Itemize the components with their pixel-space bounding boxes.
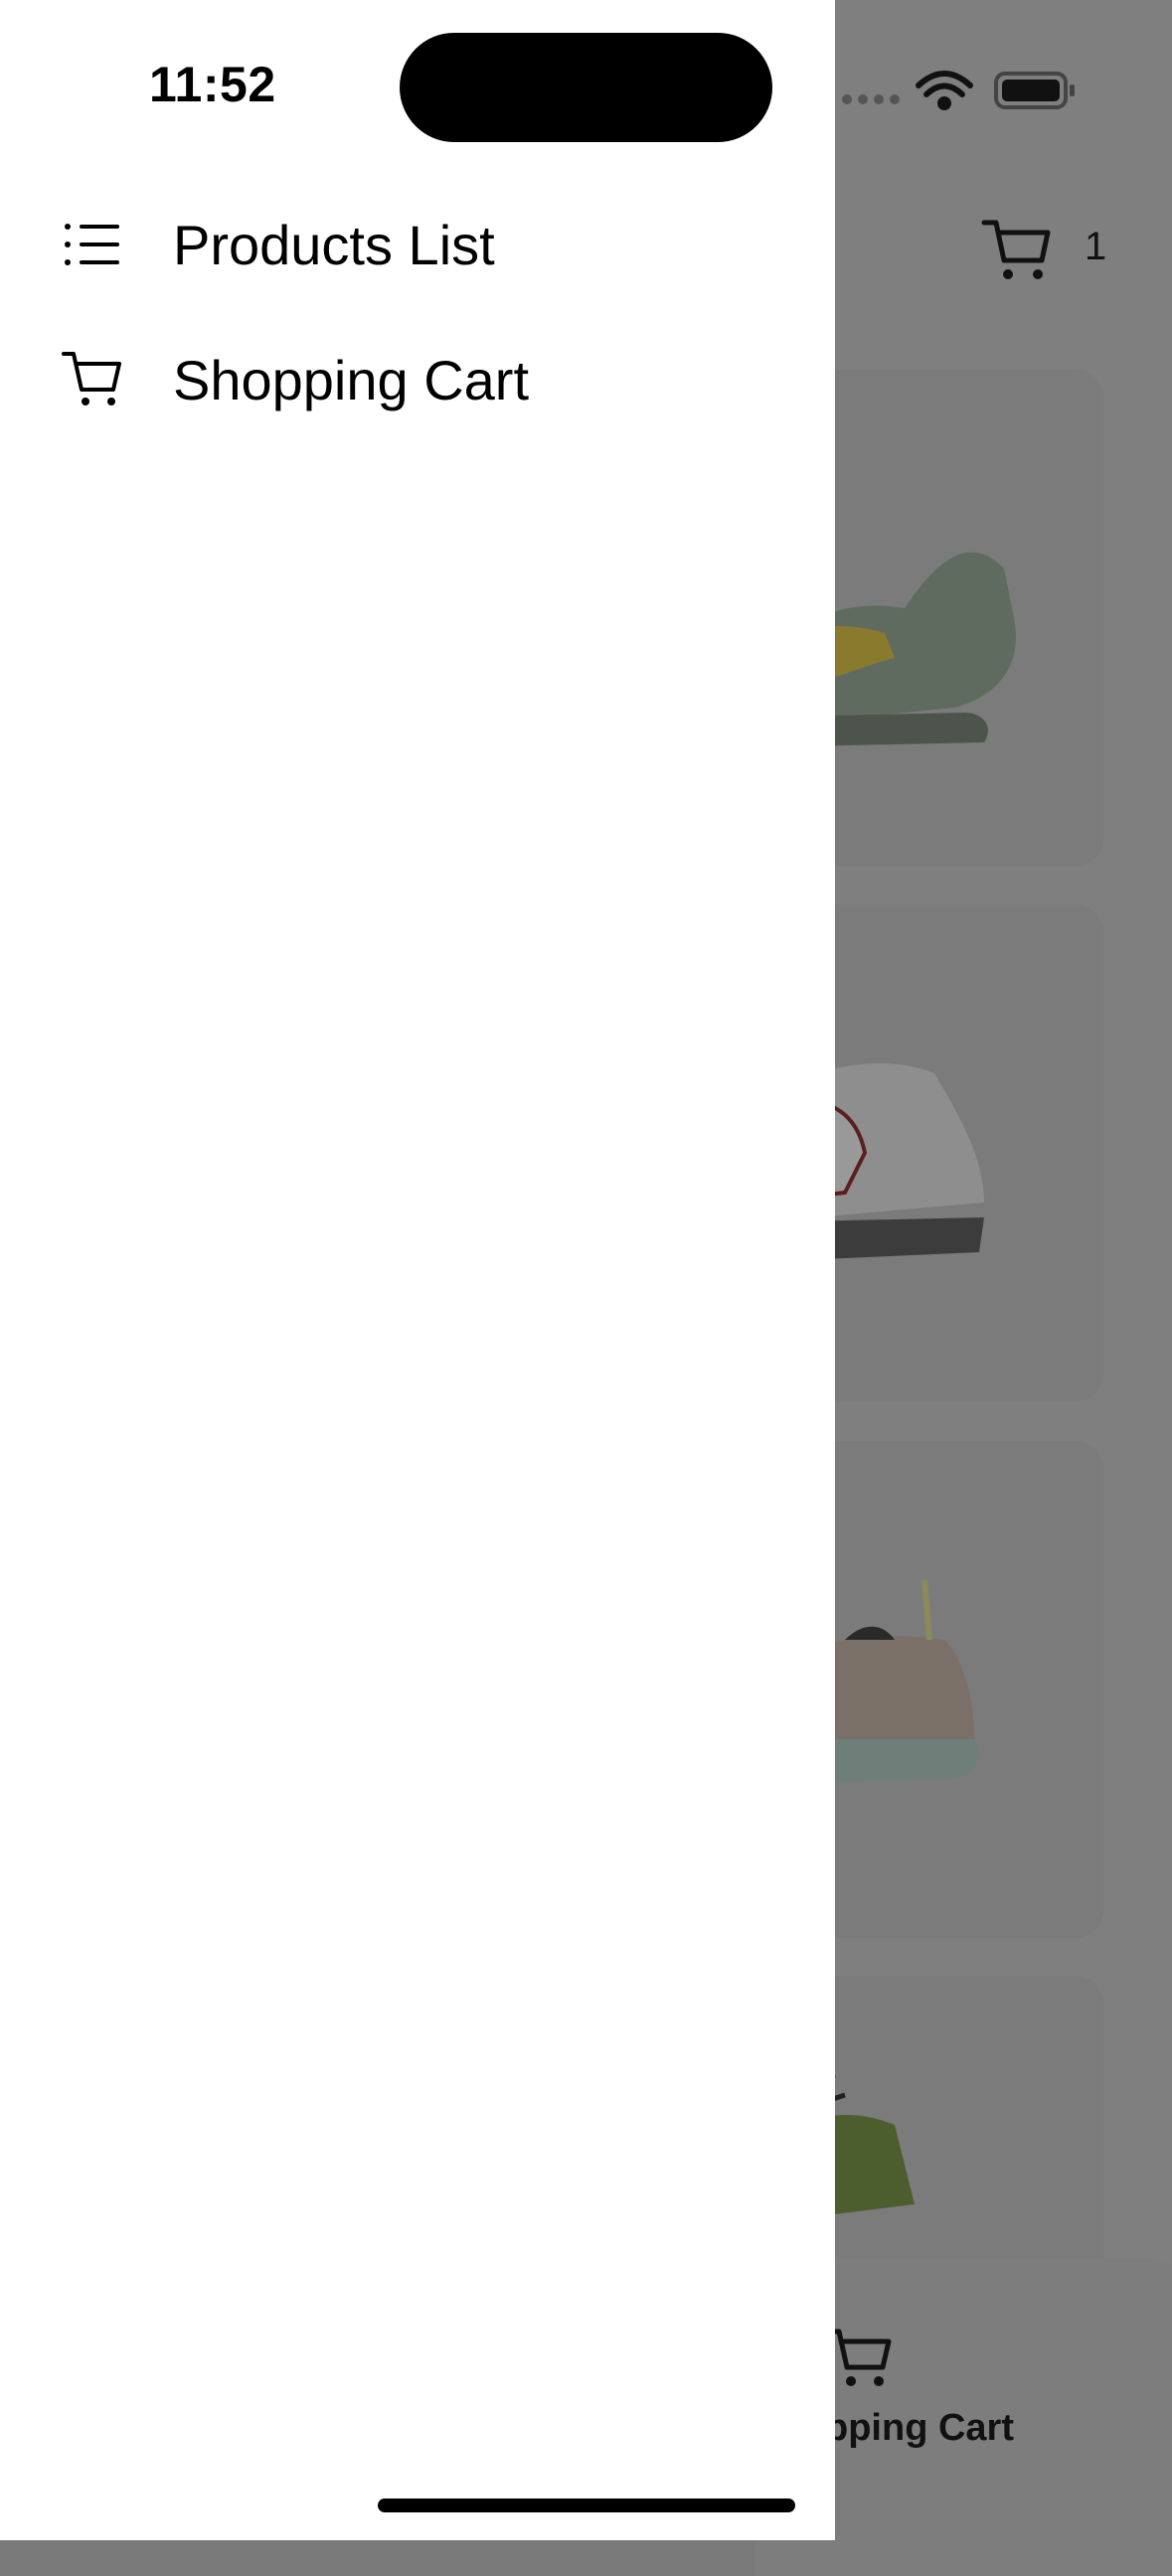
status-time: 11:52 <box>149 57 276 112</box>
cart-icon[interactable] <box>980 213 1054 286</box>
wifi-icon <box>916 71 973 110</box>
dynamic-island <box>400 33 772 142</box>
side-drawer: 11:52 Products List Shopping Cart <box>0 0 835 2540</box>
menu-item-label: Shopping Cart <box>173 348 530 411</box>
menu-item-shopping-cart[interactable]: Shopping Cart <box>0 320 835 439</box>
signal-icon <box>842 94 900 104</box>
status-icons <box>835 60 1133 119</box>
home-indicator <box>378 2498 795 2512</box>
cart-icon[interactable] <box>824 2324 895 2393</box>
cart-count-badge: 1 <box>1085 225 1107 268</box>
battery-icon <box>994 72 1075 109</box>
list-icon <box>62 213 125 276</box>
menu-item-products-list[interactable]: Products List <box>0 185 835 304</box>
menu-item-label: Products List <box>173 213 495 276</box>
cart-icon <box>62 348 125 411</box>
